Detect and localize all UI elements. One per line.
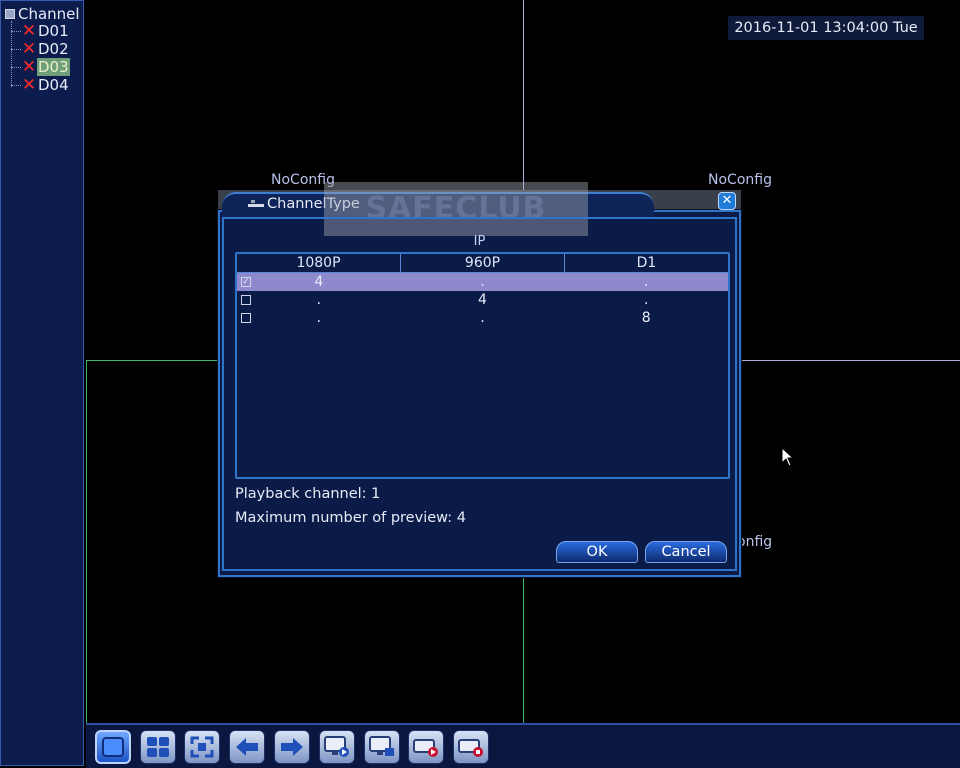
next-icon	[281, 738, 303, 756]
channel-sidebar: Channel ✕ D01 ✕ D02 ✕ D03 ✕ D04	[0, 0, 84, 766]
tree-item-d01[interactable]: ✕ D01	[11, 22, 70, 40]
table-row[interactable]: . 4 .	[237, 291, 728, 309]
row-checkbox[interactable]	[241, 313, 251, 323]
fullscreen-icon	[190, 736, 214, 758]
table-cell: .	[643, 274, 649, 290]
table-cell: .	[643, 292, 649, 308]
disconnected-icon: ✕	[21, 75, 37, 95]
playback-channel-text: Playback channel: 1	[235, 486, 381, 502]
stop-record-icon	[458, 739, 483, 757]
close-icon: ✕	[721, 193, 733, 208]
table-row[interactable]: . . 8	[237, 309, 728, 327]
channel-type-table[interactable]: 1080P 960P D1 ✓ 4 . . . 4 . . . 8	[235, 252, 730, 479]
playback-icon	[324, 736, 349, 757]
tree-item-label: D01	[38, 22, 69, 40]
single-view-button[interactable]	[95, 730, 131, 764]
tree-branch	[11, 66, 21, 68]
next-button[interactable]	[274, 730, 310, 764]
quad-view-button[interactable]	[140, 730, 176, 764]
cell-status-label: NoConfig	[708, 172, 772, 188]
disconnected-icon: ✕	[21, 39, 37, 59]
stop-record-button[interactable]	[453, 730, 489, 764]
cancel-button[interactable]: Cancel	[645, 541, 727, 563]
bottom-toolbar	[86, 723, 960, 768]
datetime-display: 2016-11-01 13:04:00 Tue	[728, 16, 924, 40]
table-cell: 4	[314, 274, 324, 290]
tree-item-label: D03	[37, 58, 70, 76]
record-button[interactable]	[408, 730, 444, 764]
ok-button[interactable]: OK	[556, 541, 638, 563]
max-preview-text: Maximum number of preview: 4	[235, 510, 466, 526]
tree-branch	[11, 84, 21, 86]
channel-type-dialog: ChannelType SAFECLUB ✕ IP 1080P 960P D1 …	[218, 182, 741, 577]
tree-item-d03[interactable]: ✕ D03	[11, 58, 70, 76]
table-cell: 8	[641, 310, 651, 326]
tree-root[interactable]: Channel	[5, 5, 80, 23]
remote-device-button[interactable]	[364, 730, 400, 764]
tree-branch	[11, 30, 21, 32]
previous-icon	[236, 738, 258, 756]
table-cell: .	[316, 292, 322, 308]
remote-device-icon	[369, 736, 394, 756]
fullscreen-button[interactable]	[184, 730, 220, 764]
column-header: 1080P	[296, 255, 341, 271]
disconnected-icon: ✕	[21, 57, 37, 77]
table-row[interactable]: ✓ 4 . .	[237, 273, 728, 291]
collapse-icon[interactable]	[5, 9, 15, 19]
tree-item-label: D02	[38, 40, 69, 58]
column-header: 960P	[400, 254, 564, 272]
table-cell: 4	[478, 292, 487, 308]
group-label-ip: IP	[473, 234, 486, 249]
record-icon	[413, 739, 438, 757]
table-cell: .	[480, 274, 485, 290]
tree-item-label: D04	[38, 76, 69, 94]
tree-item-d02[interactable]: ✕ D02	[11, 40, 70, 58]
dialog-icon	[248, 200, 264, 207]
cell-status-label: onfig	[737, 534, 773, 550]
table-cell: .	[480, 310, 485, 326]
close-button[interactable]: ✕	[718, 192, 736, 210]
quad-view-icon	[147, 737, 169, 757]
single-view-icon	[102, 737, 124, 757]
previous-button[interactable]	[229, 730, 265, 764]
table-cell: .	[316, 310, 322, 326]
disconnected-icon: ✕	[21, 21, 37, 41]
mouse-cursor-icon	[781, 447, 795, 467]
row-checkbox[interactable]	[241, 295, 251, 305]
row-checkbox[interactable]: ✓	[241, 277, 251, 287]
tree-branch	[11, 48, 21, 50]
column-header: D1	[564, 254, 728, 272]
table-header: 1080P 960P D1	[237, 254, 728, 273]
selected-cell-border	[86, 360, 87, 723]
tree-item-d04[interactable]: ✕ D04	[11, 76, 70, 94]
playback-button[interactable]	[319, 730, 355, 764]
